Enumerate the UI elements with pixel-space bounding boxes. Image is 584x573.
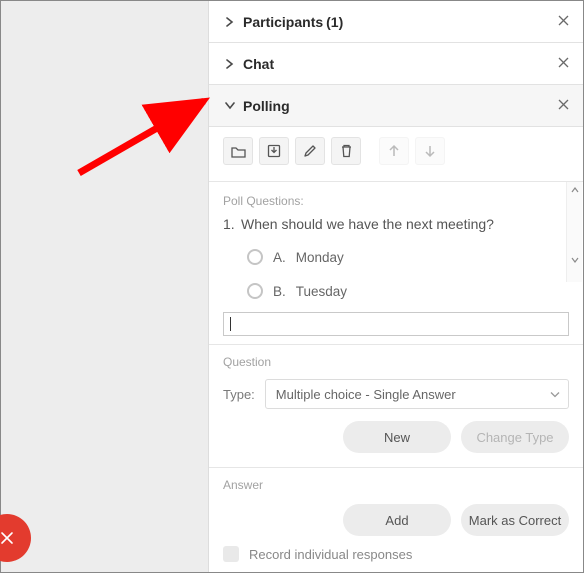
type-label: Type: — [223, 387, 255, 402]
polling-header[interactable]: Polling — [209, 85, 583, 127]
answer-row[interactable]: A. Monday — [247, 240, 569, 274]
record-responses-label: Record individual responses — [249, 547, 412, 562]
text-caret — [230, 317, 231, 331]
question-section: Question Type: Multiple choice - Single … — [209, 344, 583, 467]
scrollbar[interactable] — [566, 182, 582, 282]
questions-area: Poll Questions: 1. When should we have t… — [209, 182, 583, 336]
participants-header[interactable]: Participants (1) — [209, 1, 583, 43]
record-responses-row[interactable]: Record individual responses — [223, 546, 569, 562]
answers-list: A. Monday B. Tuesday — [209, 240, 583, 308]
question-row[interactable]: 1. When should we have the next meeting? — [209, 214, 583, 240]
question-type-value: Multiple choice - Single Answer — [276, 387, 456, 402]
annotation-arrow — [69, 93, 219, 183]
close-icon[interactable] — [554, 94, 573, 117]
polling-title: Polling — [243, 98, 290, 114]
save-icon[interactable] — [259, 137, 289, 165]
radio-icon[interactable] — [247, 283, 263, 299]
chevron-right-icon — [223, 17, 237, 27]
move-down-icon — [415, 137, 445, 165]
chat-title: Chat — [243, 56, 274, 72]
chevron-down-icon — [223, 102, 237, 110]
radio-icon[interactable] — [247, 249, 263, 265]
question-number: 1. — [223, 216, 241, 232]
polling-body: Poll Questions: 1. When should we have t… — [209, 127, 583, 572]
scroll-down-icon[interactable] — [567, 252, 582, 267]
chevron-right-icon — [223, 59, 237, 69]
question-text: When should we have the next meeting? — [241, 216, 494, 232]
change-type-button: Change Type — [461, 421, 569, 453]
scroll-up-icon[interactable] — [567, 182, 582, 197]
participants-count: (1) — [326, 14, 343, 30]
open-icon[interactable] — [223, 137, 253, 165]
delete-icon[interactable] — [331, 137, 361, 165]
question-type-select[interactable]: Multiple choice - Single Answer — [265, 379, 569, 409]
polling-toolbar — [209, 127, 583, 182]
close-icon[interactable] — [554, 52, 573, 75]
answer-label: B. — [273, 284, 286, 299]
edit-icon[interactable] — [295, 137, 325, 165]
close-meeting-button[interactable] — [0, 514, 31, 562]
side-panel: Participants (1) Chat Polling — [208, 1, 583, 572]
new-answer-input[interactable] — [223, 312, 569, 336]
answer-row[interactable]: B. Tuesday — [247, 274, 569, 308]
answer-section: Answer Add Mark as Correct Record indivi… — [209, 467, 583, 572]
checkbox-icon[interactable] — [223, 546, 239, 562]
close-icon[interactable] — [554, 10, 573, 33]
answer-text: Tuesday — [296, 284, 347, 299]
answer-section-label: Answer — [223, 478, 569, 492]
answer-label: A. — [273, 250, 286, 265]
chat-header[interactable]: Chat — [209, 43, 583, 85]
mark-correct-button[interactable]: Mark as Correct — [461, 504, 569, 536]
move-up-icon — [379, 137, 409, 165]
participants-title: Participants — [243, 14, 323, 30]
chevron-down-icon — [550, 387, 560, 402]
add-answer-button[interactable]: Add — [343, 504, 451, 536]
question-section-label: Question — [223, 355, 569, 369]
poll-questions-label: Poll Questions: — [209, 182, 583, 214]
new-question-button[interactable]: New — [343, 421, 451, 453]
answer-text: Monday — [296, 250, 344, 265]
